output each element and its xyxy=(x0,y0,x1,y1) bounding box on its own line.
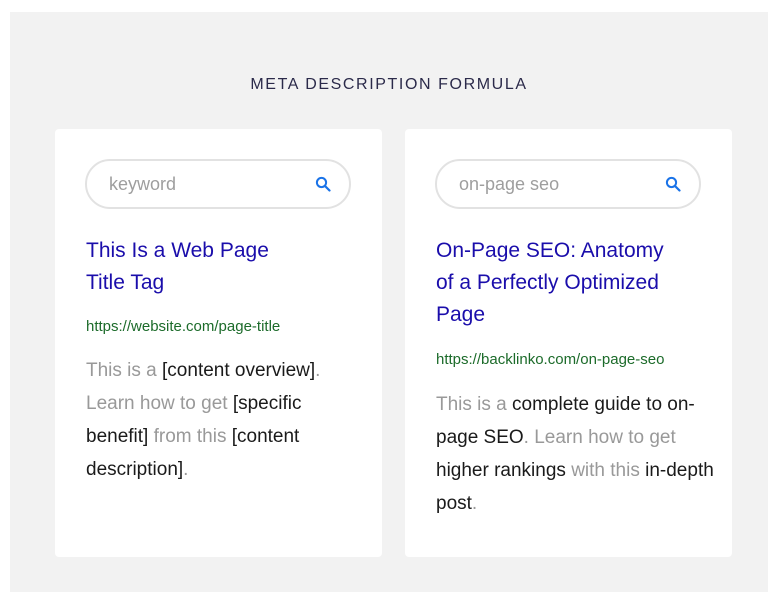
result-card-generic: keyword This Is a Web Page Title Tag htt… xyxy=(55,129,382,557)
desc-emphasis: higher rankings xyxy=(436,460,566,481)
desc-text: This is a xyxy=(86,360,163,381)
title-line: Page xyxy=(436,303,486,326)
search-box[interactable]: on-page seo xyxy=(435,159,701,209)
search-icon[interactable] xyxy=(665,176,681,192)
title-line: On-Page SEO: Anatomy xyxy=(436,239,664,262)
desc-text: . xyxy=(183,459,189,480)
title-line: Title Tag xyxy=(86,271,165,294)
title-line: This Is a Web Page xyxy=(86,239,269,262)
result-description: This is a [content overview]. Learn how … xyxy=(86,354,356,486)
result-description: This is a complete guide to on-page SEO.… xyxy=(436,388,716,520)
title-line: of a Perfectly Optimized xyxy=(436,271,659,294)
result-title-link[interactable]: On-Page SEO: Anatomy of a Perfectly Opti… xyxy=(436,235,706,331)
search-query: on-page seo xyxy=(459,174,560,194)
search-query: keyword xyxy=(109,174,177,194)
desc-text: . Learn how to get xyxy=(523,427,676,448)
result-card-example: on-page seo On-Page SEO: Anatomy of a Pe… xyxy=(405,129,732,557)
search-box[interactable]: keyword xyxy=(85,159,351,209)
desc-placeholder: [content overview] xyxy=(162,360,316,381)
search-icon[interactable] xyxy=(315,176,331,192)
result-url: https://website.com/page-title xyxy=(86,318,281,335)
desc-text: with this xyxy=(565,460,646,481)
desc-text: This is a xyxy=(436,394,513,415)
desc-text: from this xyxy=(148,426,232,447)
desc-text: . xyxy=(471,493,478,514)
page-title: META DESCRIPTION FORMULA xyxy=(250,76,528,93)
result-url: https://backlinko.com/on-page-seo xyxy=(436,351,665,368)
result-title-link[interactable]: This Is a Web Page Title Tag xyxy=(86,235,366,299)
